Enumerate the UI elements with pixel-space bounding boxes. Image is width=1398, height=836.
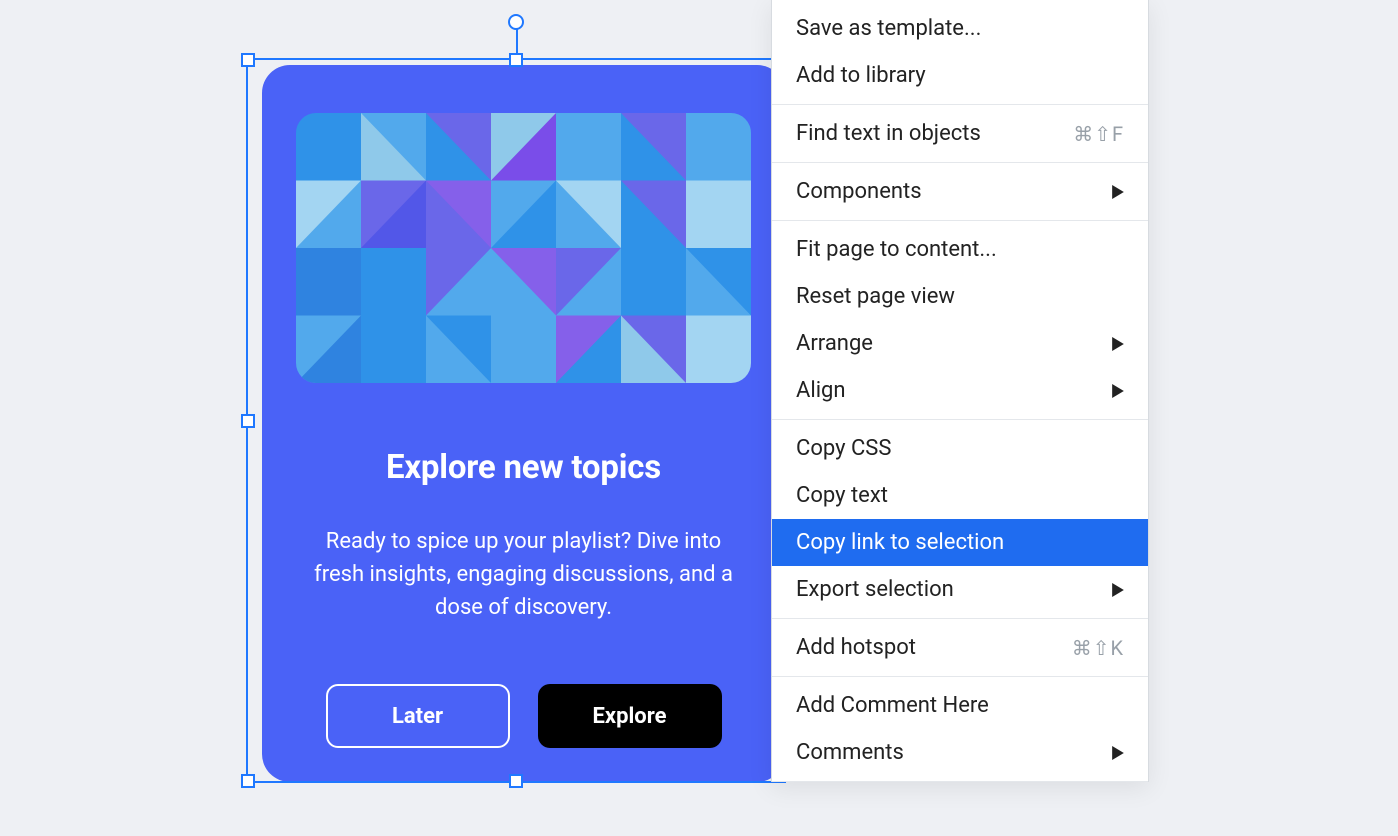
- menu-item-label: Add to library: [796, 63, 1124, 88]
- menu-item-add-to-library[interactable]: Add to library: [772, 52, 1148, 99]
- resize-handle-top-middle[interactable]: [509, 53, 523, 67]
- menu-item-export-selection[interactable]: Export selection: [772, 566, 1148, 613]
- menu-item-label: Arrange: [796, 331, 1096, 356]
- menu-item-label: Reset page view: [796, 284, 1124, 309]
- explore-topics-card[interactable]: Explore new topics Ready to spice up you…: [262, 65, 785, 782]
- menu-section: Add Comment Here Comments: [772, 677, 1148, 782]
- menu-item-label: Copy text: [796, 483, 1124, 508]
- submenu-arrow-icon: [1112, 185, 1124, 199]
- menu-item-label: Components: [796, 179, 1096, 204]
- menu-item-components[interactable]: Components: [772, 168, 1148, 215]
- menu-section: Save as template... Add to library: [772, 0, 1148, 105]
- menu-item-label: Save as template...: [796, 16, 1124, 41]
- resize-handle-bottom-middle[interactable]: [509, 774, 523, 788]
- menu-item-copy-text[interactable]: Copy text: [772, 472, 1148, 519]
- menu-item-add-hotspot[interactable]: Add hotspot ⌘⇧K: [772, 624, 1148, 671]
- menu-item-copy-link[interactable]: Copy link to selection: [772, 519, 1148, 566]
- menu-item-find-text[interactable]: Find text in objects ⌘⇧F: [772, 110, 1148, 157]
- menu-item-fit-page[interactable]: Fit page to content...: [772, 226, 1148, 273]
- card-description: Ready to spice up your playlist? Dive in…: [309, 525, 739, 624]
- menu-section: Components: [772, 163, 1148, 221]
- menu-item-copy-css[interactable]: Copy CSS: [772, 425, 1148, 472]
- explore-button[interactable]: Explore: [538, 684, 722, 748]
- submenu-arrow-icon: [1112, 583, 1124, 597]
- card-heading: Explore new topics: [386, 448, 661, 487]
- menu-item-shortcut: ⌘⇧F: [1073, 122, 1124, 146]
- menu-item-label: Export selection: [796, 577, 1096, 602]
- later-button[interactable]: Later: [326, 684, 510, 748]
- menu-item-arrange[interactable]: Arrange: [772, 320, 1148, 367]
- menu-item-label: Copy CSS: [796, 436, 1124, 461]
- submenu-arrow-icon: [1112, 384, 1124, 398]
- resize-handle-top-left[interactable]: [241, 53, 255, 67]
- submenu-arrow-icon: [1112, 337, 1124, 351]
- menu-section: Find text in objects ⌘⇧F: [772, 105, 1148, 163]
- menu-section: Fit page to content... Reset page view Arr…: [772, 221, 1148, 420]
- menu-item-comments[interactable]: Comments: [772, 729, 1148, 776]
- menu-item-label: Align: [796, 378, 1096, 403]
- menu-section: Copy CSS Copy text Copy link to selection E…: [772, 420, 1148, 619]
- card-button-row: Later Explore: [326, 684, 722, 748]
- rotation-handle[interactable]: [508, 14, 524, 30]
- context-menu: Save as template... Add to library Find te…: [771, 0, 1149, 782]
- menu-item-label: Fit page to content...: [796, 237, 1124, 262]
- menu-section: Add hotspot ⌘⇧K: [772, 619, 1148, 677]
- resize-handle-middle-left[interactable]: [241, 414, 255, 428]
- menu-item-add-comment-here[interactable]: Add Comment Here: [772, 682, 1148, 729]
- menu-item-label: Copy link to selection: [796, 530, 1124, 555]
- menu-item-label: Find text in objects: [796, 121, 1057, 146]
- menu-item-save-as-template[interactable]: Save as template...: [772, 5, 1148, 52]
- card-artwork: [296, 113, 751, 383]
- menu-item-align[interactable]: Align: [772, 367, 1148, 414]
- menu-item-reset-page-view[interactable]: Reset page view: [772, 273, 1148, 320]
- menu-item-label: Add Comment Here: [796, 693, 1124, 718]
- resize-handle-bottom-left[interactable]: [241, 774, 255, 788]
- menu-item-label: Add hotspot: [796, 635, 1056, 660]
- menu-item-shortcut: ⌘⇧K: [1072, 636, 1124, 660]
- submenu-arrow-icon: [1112, 746, 1124, 760]
- menu-item-label: Comments: [796, 740, 1096, 765]
